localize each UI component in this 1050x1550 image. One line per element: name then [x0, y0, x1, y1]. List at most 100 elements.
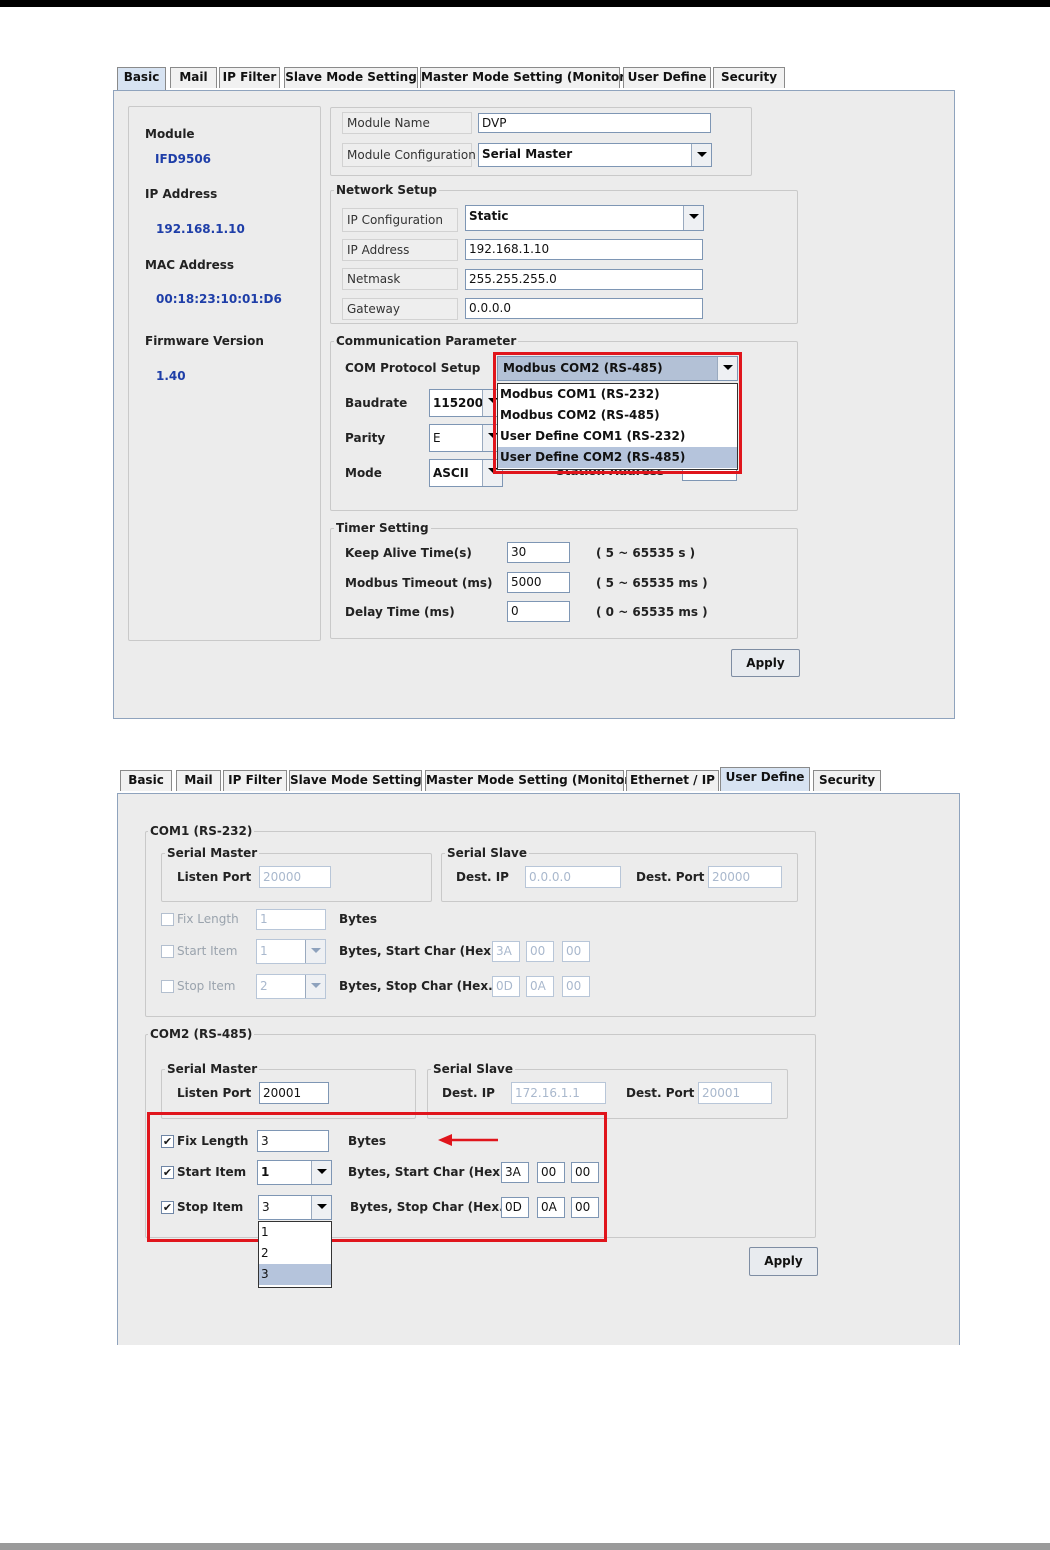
tab-mail[interactable]: Mail	[176, 770, 221, 791]
com1-stop-item-select[interactable]: 2	[256, 974, 326, 999]
com2-fix-length-checkbox[interactable]: ✔	[161, 1135, 174, 1148]
mac-address-value: 00:18:23:10:01:D6	[156, 292, 282, 306]
netmask-label: Netmask	[342, 268, 458, 290]
tab-mail[interactable]: Mail	[170, 67, 217, 88]
tab-master-mode-setting[interactable]: Master Mode Setting (Monitor)	[420, 67, 631, 88]
com1-stop-char-2[interactable]: 0A	[526, 976, 554, 997]
com2-stop-item-checkbox[interactable]: ✔	[161, 1201, 174, 1214]
chevron-down-icon[interactable]	[311, 1196, 331, 1219]
com2-start-char-3[interactable]: 00	[571, 1162, 599, 1183]
com1-start-item-value: 1	[260, 944, 268, 958]
com2-stop-char-2[interactable]: 0A	[537, 1197, 565, 1218]
stop-item-option[interactable]: 1	[259, 1222, 331, 1243]
modbus-timeout-range: ( 5 ~ 65535 ms )	[596, 576, 708, 590]
com1-stop-char-3[interactable]: 00	[562, 976, 590, 997]
protocol-option[interactable]: Modbus COM1 (RS-232)	[498, 384, 737, 405]
com2-fix-length-label: Fix Length	[177, 1134, 249, 1148]
chevron-down-icon[interactable]	[691, 144, 711, 166]
ip-address-input[interactable]: 192.168.1.10	[465, 239, 703, 260]
tab-slave-mode-setting[interactable]: Slave Mode Setting	[289, 770, 422, 791]
com2-start-item-checkbox[interactable]: ✔	[161, 1166, 174, 1179]
mode-label: Mode	[345, 466, 382, 480]
gateway-input[interactable]: 0.0.0.0	[465, 298, 703, 319]
module-name-label: Module Name	[342, 112, 472, 134]
module-name-input[interactable]: DVP	[478, 113, 711, 133]
protocol-option-highlighted[interactable]: User Define COM2 (RS-485)	[498, 447, 737, 468]
tab-ip-filter[interactable]: IP Filter	[219, 67, 280, 88]
com1-dest-ip-input[interactable]: 0.0.0.0	[525, 866, 621, 888]
keep-alive-input[interactable]: 30	[507, 542, 570, 563]
parity-select[interactable]: E	[429, 424, 503, 452]
tab-master-mode-setting[interactable]: Master Mode Setting (Monitor)	[425, 770, 636, 791]
com1-start-char-2[interactable]: 00	[526, 941, 554, 962]
com1-start-item-select[interactable]: 1	[256, 939, 326, 964]
apply-button[interactable]: Apply	[731, 649, 800, 677]
com1-fix-length-checkbox[interactable]	[161, 913, 174, 926]
com2-dest-ip-label: Dest. IP	[442, 1086, 495, 1100]
com2-stop-char-1[interactable]: 0D	[501, 1197, 529, 1218]
com1-start-item-label: Start Item	[177, 944, 238, 958]
netmask-input[interactable]: 255.255.255.0	[465, 269, 703, 290]
com2-start-char-2[interactable]: 00	[537, 1162, 565, 1183]
com2-serial-slave-title: Serial Slave	[431, 1062, 516, 1076]
mode-select[interactable]: ASCII	[429, 459, 503, 487]
com2-stop-item-value: 3	[262, 1200, 270, 1214]
protocol-option[interactable]: User Define COM1 (RS-232)	[498, 426, 737, 447]
mode-value: ASCII	[433, 466, 469, 480]
chevron-down-icon[interactable]	[717, 357, 737, 380]
com2-listen-port-input[interactable]: 20001	[259, 1082, 329, 1104]
tab-user-define[interactable]: User Define	[720, 767, 810, 791]
page-top-border	[0, 0, 1050, 7]
stop-item-option-selected[interactable]: 3	[259, 1264, 331, 1285]
com2-dest-port-input[interactable]: 20001	[698, 1082, 772, 1104]
ip-configuration-select[interactable]: Static	[465, 205, 704, 231]
keep-alive-label: Keep Alive Time(s)	[345, 546, 472, 560]
tab-ethernet-ip[interactable]: Ethernet / IP	[626, 770, 719, 791]
com1-start-char-1[interactable]: 3A	[492, 941, 520, 962]
com1-start-item-checkbox[interactable]	[161, 945, 174, 958]
ip-configuration-label: IP Configuration	[342, 208, 458, 232]
com1-stop-char-1[interactable]: 0D	[492, 976, 520, 997]
com1-stop-item-checkbox[interactable]	[161, 980, 174, 993]
com1-start-char-label: Bytes, Start Char (Hex.)	[339, 944, 502, 958]
com2-start-item-label: Start Item	[177, 1165, 247, 1179]
keep-alive-range: ( 5 ~ 65535 s )	[596, 546, 696, 560]
module-value: IFD9506	[155, 152, 212, 166]
chevron-down-icon[interactable]	[683, 206, 703, 230]
delay-time-input[interactable]: 0	[507, 601, 570, 622]
baudrate-label: Baudrate	[345, 396, 408, 410]
com1-dest-ip-label: Dest. IP	[456, 870, 509, 884]
com2-start-item-select[interactable]: 1	[257, 1160, 332, 1185]
tab-security[interactable]: Security	[813, 770, 881, 791]
tab-security[interactable]: Security	[713, 67, 785, 88]
apply-button[interactable]: Apply	[749, 1247, 818, 1276]
com2-start-char-1[interactable]: 3A	[501, 1162, 529, 1183]
page-bottom-border	[0, 1543, 1050, 1550]
baudrate-select[interactable]: 115200	[429, 389, 503, 417]
tab-user-define[interactable]: User Define	[623, 67, 711, 88]
com2-stop-char-3[interactable]: 00	[571, 1197, 599, 1218]
protocol-option[interactable]: Modbus COM2 (RS-485)	[498, 405, 737, 426]
com2-listen-port-label: Listen Port	[177, 1086, 252, 1100]
module-configuration-value: Serial Master	[482, 147, 573, 161]
chevron-down-icon[interactable]	[305, 940, 325, 963]
com-protocol-select[interactable]: Modbus COM2 (RS-485)	[497, 356, 738, 381]
com1-dest-port-input[interactable]: 20000	[708, 866, 782, 888]
chevron-down-icon[interactable]	[305, 975, 325, 998]
network-ip-address-label: IP Address	[342, 239, 458, 261]
module-configuration-select[interactable]: Serial Master	[478, 143, 712, 167]
com2-dest-ip-input[interactable]: 172.16.1.1	[511, 1082, 606, 1104]
modbus-timeout-input[interactable]: 5000	[507, 572, 570, 593]
com2-stop-item-select[interactable]: 3	[258, 1195, 332, 1220]
tab-ip-filter[interactable]: IP Filter	[223, 770, 287, 791]
tab-basic[interactable]: Basic	[117, 67, 166, 91]
tab-basic[interactable]: Basic	[120, 770, 172, 791]
tab-slave-mode-setting[interactable]: Slave Mode Setting	[284, 67, 418, 88]
com1-fix-length-input[interactable]: 1	[256, 909, 326, 930]
com1-start-char-3[interactable]: 00	[562, 941, 590, 962]
com1-listen-port-input[interactable]: 20000	[259, 866, 331, 888]
com1-serial-slave-title: Serial Slave	[445, 846, 530, 860]
com2-fix-length-input[interactable]: 3	[257, 1130, 329, 1152]
stop-item-option[interactable]: 2	[259, 1243, 331, 1264]
chevron-down-icon[interactable]	[311, 1161, 331, 1184]
